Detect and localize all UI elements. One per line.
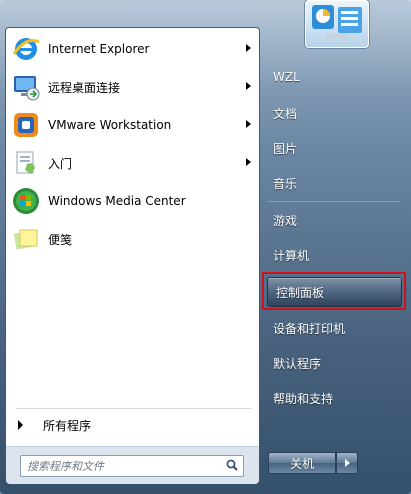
right-item-label: 默认程序 bbox=[273, 356, 322, 371]
right-item-default-programs[interactable]: 默认程序 bbox=[265, 348, 403, 378]
highlight-box bbox=[262, 272, 406, 310]
programs-pane: Internet Explorer 远程桌面连接 VMware Workstat… bbox=[5, 27, 260, 484]
triangle-right-icon bbox=[18, 420, 23, 430]
right-item-music[interactable]: 音乐 bbox=[265, 168, 403, 198]
right-item-devices-printers[interactable]: 设备和打印机 bbox=[265, 313, 403, 343]
program-label: 远程桌面连接 bbox=[48, 80, 121, 95]
right-item-label: 音乐 bbox=[273, 176, 298, 191]
media-center-icon bbox=[11, 186, 41, 216]
shutdown-button[interactable]: 关机 bbox=[268, 452, 336, 474]
program-label: 便笺 bbox=[48, 232, 73, 247]
right-item-label: 计算机 bbox=[273, 248, 310, 263]
control-panel-picture bbox=[305, 0, 369, 48]
program-label: Windows Media Center bbox=[48, 194, 186, 208]
right-item-documents[interactable]: 文档 bbox=[265, 98, 403, 128]
vmware-icon bbox=[11, 110, 41, 140]
right-item-label: 帮助和支持 bbox=[273, 391, 334, 406]
all-programs[interactable]: 所有程序 bbox=[18, 414, 218, 436]
right-divider bbox=[268, 201, 400, 202]
program-sticky-notes[interactable]: 便笺 bbox=[11, 222, 255, 256]
getting-started-icon bbox=[11, 148, 41, 178]
search-area bbox=[6, 446, 259, 484]
search-box[interactable] bbox=[20, 455, 244, 477]
program-internet-explorer[interactable]: Internet Explorer bbox=[11, 32, 255, 66]
right-item-label: 设备和打印机 bbox=[273, 321, 346, 336]
sticky-notes-icon bbox=[11, 224, 41, 254]
start-menu: Internet Explorer 远程桌面连接 VMware Workstat… bbox=[0, 0, 411, 494]
right-item-pictures[interactable]: 图片 bbox=[265, 133, 403, 163]
program-remote-desktop[interactable]: 远程桌面连接 bbox=[11, 70, 255, 104]
search-input[interactable] bbox=[25, 457, 224, 475]
right-item-label: 游戏 bbox=[273, 213, 298, 228]
search-icon[interactable] bbox=[226, 459, 238, 471]
program-vmware[interactable]: VMware Workstation bbox=[11, 108, 255, 142]
right-item-user[interactable]: WZL bbox=[265, 62, 403, 92]
submenu-arrow-icon[interactable] bbox=[246, 44, 251, 52]
program-media-center[interactable]: Windows Media Center bbox=[11, 184, 255, 218]
internet-explorer-icon bbox=[11, 34, 41, 64]
right-item-label: 图片 bbox=[273, 141, 298, 156]
program-getting-started[interactable]: 入门 bbox=[11, 146, 255, 180]
right-item-help-support[interactable]: 帮助和支持 bbox=[265, 383, 403, 413]
program-label: 入门 bbox=[48, 156, 73, 171]
right-item-label: 文档 bbox=[273, 106, 298, 121]
submenu-arrow-icon[interactable] bbox=[246, 158, 251, 166]
remote-desktop-icon bbox=[11, 72, 41, 102]
program-label: Internet Explorer bbox=[48, 42, 150, 56]
submenu-arrow-icon[interactable] bbox=[246, 120, 251, 128]
control-panel-picture-icon bbox=[312, 5, 362, 39]
program-label: VMware Workstation bbox=[48, 118, 172, 132]
shutdown-label: 关机 bbox=[289, 456, 314, 471]
all-programs-label: 所有程序 bbox=[43, 418, 92, 433]
right-item-computer[interactable]: 计算机 bbox=[265, 240, 403, 270]
submenu-arrow-icon[interactable] bbox=[246, 82, 251, 90]
right-item-label: WZL bbox=[273, 70, 300, 84]
shutdown-options-arrow-icon[interactable] bbox=[336, 452, 358, 474]
right-item-games[interactable]: 游戏 bbox=[265, 205, 403, 235]
divider bbox=[16, 408, 252, 409]
